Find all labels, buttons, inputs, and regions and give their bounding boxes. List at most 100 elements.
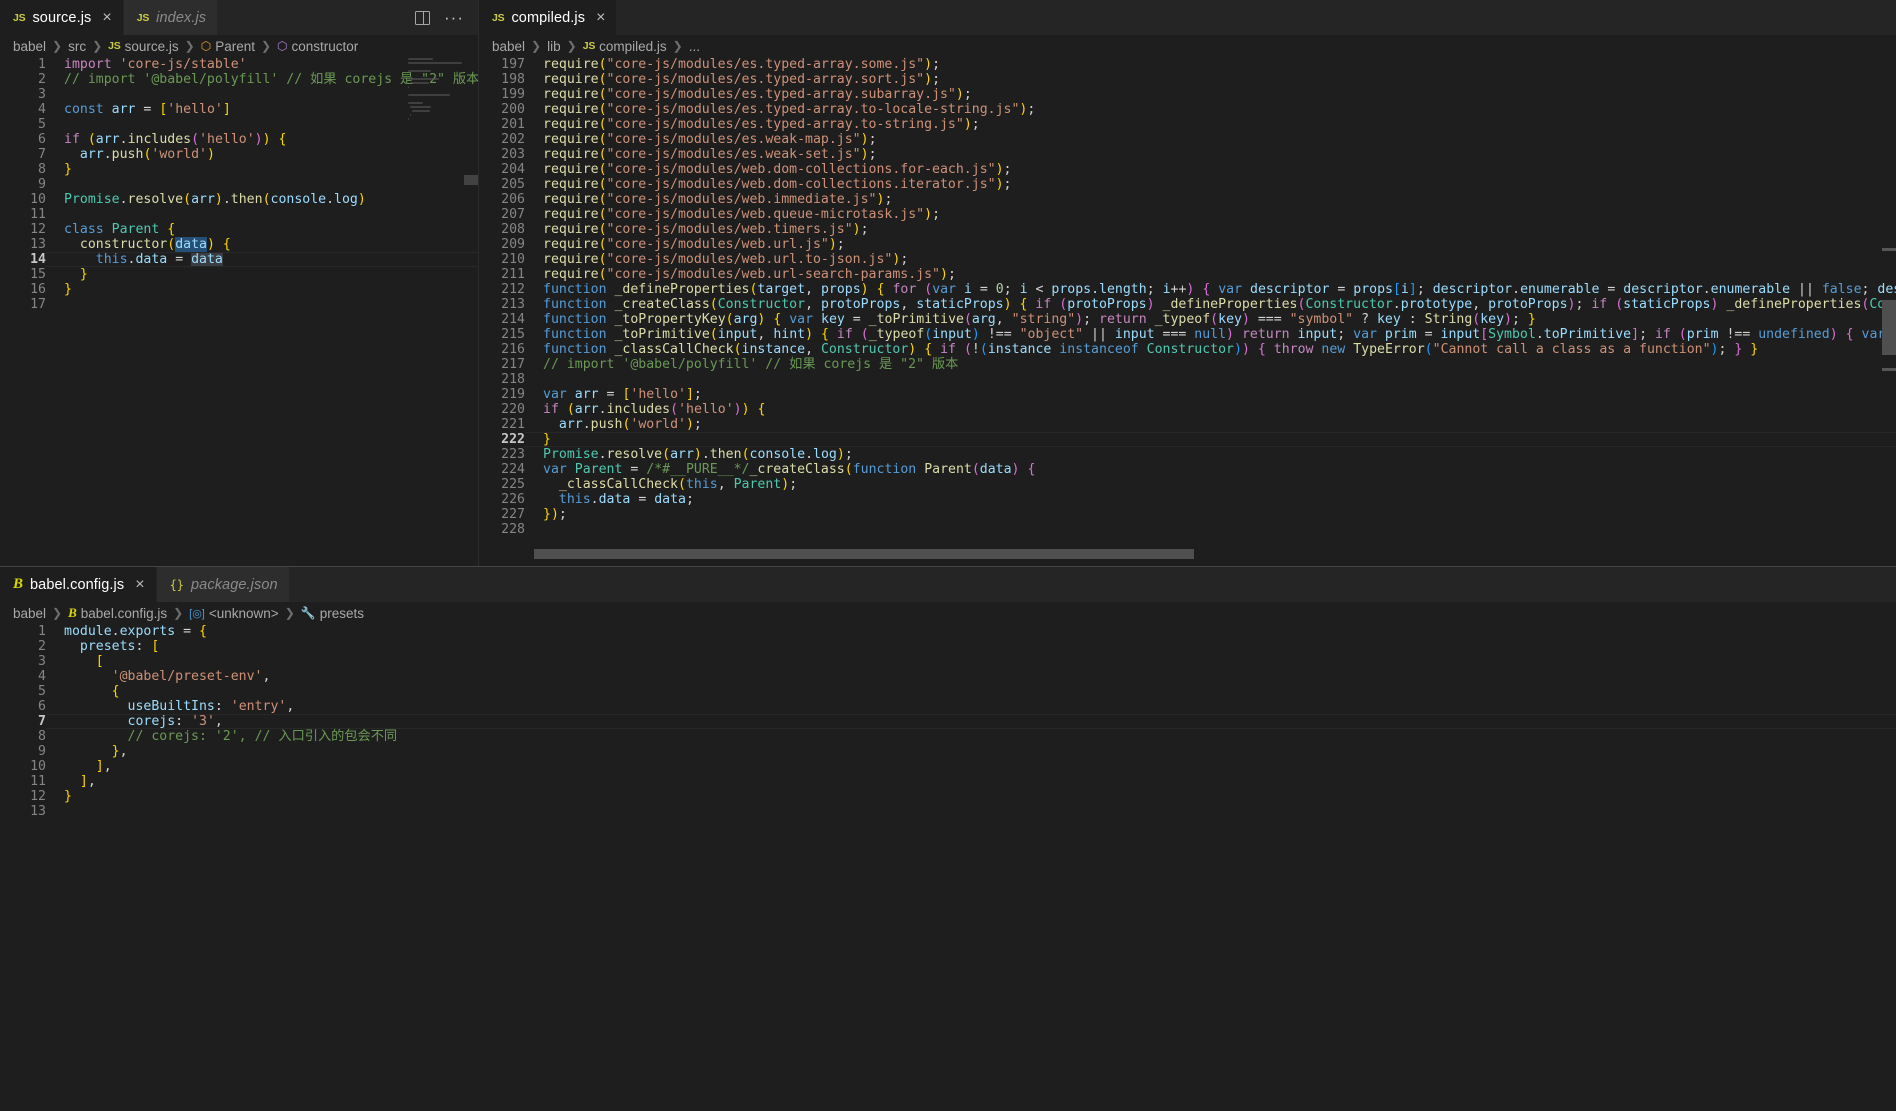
vertical-scrollbar-left[interactable]: [464, 57, 478, 566]
code-line[interactable]: 17: [0, 297, 478, 312]
scrollbar-thumb[interactable]: [534, 549, 1194, 559]
breadcrumb-item-lib[interactable]: lib: [547, 39, 561, 54]
code-line[interactable]: 11 ],: [0, 774, 1896, 789]
breadcrumb-item-compiled-js[interactable]: JScompiled.js: [583, 39, 667, 54]
breadcrumb-item-source-js[interactable]: JSsource.js: [108, 39, 178, 54]
scrollbar-thumb[interactable]: [464, 175, 478, 185]
code-line[interactable]: 2 presets: [: [0, 639, 1896, 654]
code-line[interactable]: 13: [0, 804, 1896, 819]
close-icon[interactable]: ×: [135, 577, 144, 593]
breadcrumb-item-babel-config-js[interactable]: Bbabel.config.js: [68, 605, 167, 621]
code-line[interactable]: 227});: [479, 507, 1896, 522]
code-line[interactable]: 220if (arr.includes('hello')) {: [479, 402, 1896, 417]
split-editor-icon[interactable]: [415, 11, 430, 25]
code-line[interactable]: 10 ],: [0, 759, 1896, 774]
code-line[interactable]: 14 this.data = data: [0, 252, 478, 267]
code-line[interactable]: 1import 'core-js/stable': [0, 57, 478, 72]
code-line[interactable]: 225 _classCallCheck(this, Parent);: [479, 477, 1896, 492]
code-line[interactable]: 2// import '@babel/polyfill' // 如果 corej…: [0, 72, 478, 87]
code-line[interactable]: 209require("core-js/modules/web.url.js")…: [479, 237, 1896, 252]
horizontal-scrollbar-right[interactable]: [479, 549, 1896, 559]
code-line[interactable]: 203require("core-js/modules/es.weak-set.…: [479, 147, 1896, 162]
code-line[interactable]: 212function _defineProperties(target, pr…: [479, 282, 1896, 297]
code-line[interactable]: 6if (arr.includes('hello')) {: [0, 132, 478, 147]
tab-source-js[interactable]: JS source.js ×: [0, 0, 124, 35]
code-line[interactable]: 213function _createClass(Constructor, pr…: [479, 297, 1896, 312]
code-line[interactable]: 200require("core-js/modules/es.typed-arr…: [479, 102, 1896, 117]
code-line[interactable]: 11: [0, 207, 478, 222]
code-line[interactable]: 218: [479, 372, 1896, 387]
code-area-left[interactable]: 1import 'core-js/stable'2// import '@bab…: [0, 57, 478, 566]
code-line[interactable]: 197require("core-js/modules/es.typed-arr…: [479, 57, 1896, 72]
close-icon[interactable]: ×: [596, 10, 605, 26]
code-line[interactable]: 10Promise.resolve(arr).then(console.log): [0, 192, 478, 207]
code-line[interactable]: 198require("core-js/modules/es.typed-arr…: [479, 72, 1896, 87]
code-line[interactable]: 223Promise.resolve(arr).then(console.log…: [479, 447, 1896, 462]
code-line[interactable]: 15 }: [0, 267, 478, 282]
code-line[interactable]: 204require("core-js/modules/web.dom-coll…: [479, 162, 1896, 177]
code-line[interactable]: 217// import '@babel/polyfill' // 如果 cor…: [479, 357, 1896, 372]
code-line[interactable]: 4const arr = ['hello']: [0, 102, 478, 117]
close-icon[interactable]: ×: [102, 10, 111, 26]
code-line[interactable]: 216function _classCallCheck(instance, Co…: [479, 342, 1896, 357]
code-line[interactable]: 6 useBuiltIns: 'entry',: [0, 699, 1896, 714]
tab-babel-config-js[interactable]: B babel.config.js ×: [0, 567, 157, 602]
code-line[interactable]: 9 },: [0, 744, 1896, 759]
breadcrumb-item-parent[interactable]: ⬡Parent: [201, 39, 255, 54]
code-line[interactable]: 208require("core-js/modules/web.timers.j…: [479, 222, 1896, 237]
code-line[interactable]: 201require("core-js/modules/es.typed-arr…: [479, 117, 1896, 132]
code-line[interactable]: 7 arr.push('world'): [0, 147, 478, 162]
code-line[interactable]: 9: [0, 177, 478, 192]
code-line[interactable]: 5: [0, 117, 478, 132]
code-line[interactable]: 12class Parent {: [0, 222, 478, 237]
code-line[interactable]: 210require("core-js/modules/web.url.to-j…: [479, 252, 1896, 267]
code-line[interactable]: 221 arr.push('world');: [479, 417, 1896, 432]
code-line[interactable]: 16}: [0, 282, 478, 297]
code-line[interactable]: 8}: [0, 162, 478, 177]
code-line[interactable]: 8 // corejs: '2', // 入口引入的包会不同: [0, 729, 1896, 744]
code-line[interactable]: 228: [479, 522, 1896, 537]
code-line[interactable]: 205require("core-js/modules/web.dom-coll…: [479, 177, 1896, 192]
breadcrumb-item-constructor[interactable]: ⬡constructor: [277, 39, 358, 54]
breadcrumb-item-src[interactable]: src: [68, 39, 86, 54]
code-line[interactable]: 226 this.data = data;: [479, 492, 1896, 507]
code-line[interactable]: 1module.exports = {: [0, 624, 1896, 639]
breadcrumb-item-babel[interactable]: babel: [492, 39, 525, 54]
breadcrumb-item-presets[interactable]: 🔧presets: [301, 606, 364, 621]
code-line[interactable]: 211require("core-js/modules/web.url-sear…: [479, 267, 1896, 282]
scrollbar-thumb[interactable]: [1882, 300, 1896, 355]
code-line[interactable]: 219var arr = ['hello'];: [479, 387, 1896, 402]
line-number: 6: [0, 699, 46, 714]
code-line[interactable]: 202require("core-js/modules/es.weak-map.…: [479, 132, 1896, 147]
code-area-bottom[interactable]: 1module.exports = {2 presets: [3 [4 '@ba…: [0, 624, 1896, 1104]
breadcrumb-item-unknown[interactable]: [◎]<unknown>: [189, 606, 279, 621]
code-line[interactable]: 222}: [479, 432, 1896, 447]
breadcrumb-item-babel[interactable]: babel: [13, 39, 46, 54]
code-line[interactable]: 7 corejs: '3',: [0, 714, 1896, 729]
code-line[interactable]: 5 {: [0, 684, 1896, 699]
js-file-icon: JS: [137, 12, 149, 24]
line-number: 7: [0, 147, 46, 162]
code-line[interactable]: 199require("core-js/modules/es.typed-arr…: [479, 87, 1896, 102]
code-line[interactable]: 215function _toPrimitive(input, hint) { …: [479, 327, 1896, 342]
tab-compiled-js[interactable]: JS compiled.js ×: [479, 0, 617, 35]
code-line[interactable]: 207require("core-js/modules/web.queue-mi…: [479, 207, 1896, 222]
code-area-right[interactable]: 197require("core-js/modules/es.typed-arr…: [479, 57, 1896, 566]
code-text: [46, 177, 64, 192]
code-line[interactable]: 3 [: [0, 654, 1896, 669]
more-actions-icon[interactable]: ···: [444, 14, 464, 22]
breadcrumb-item-babel[interactable]: babel: [13, 606, 46, 621]
minimap-left[interactable]: [408, 58, 466, 126]
breadcrumb-item-more[interactable]: ...: [689, 39, 700, 54]
code-line[interactable]: 214function _toPropertyKey(arg) { var ke…: [479, 312, 1896, 327]
code-line[interactable]: 4 '@babel/preset-env',: [0, 669, 1896, 684]
code-line[interactable]: 13 constructor(data) {: [0, 237, 478, 252]
tab-index-js[interactable]: JS index.js: [124, 0, 218, 35]
code-line[interactable]: 206require("core-js/modules/web.immediat…: [479, 192, 1896, 207]
code-line[interactable]: 3: [0, 87, 478, 102]
code-line[interactable]: 224var Parent = /*#__PURE__*/_createClas…: [479, 462, 1896, 477]
tab-package-json[interactable]: {} package.json: [157, 567, 290, 602]
vertical-scrollbar-right[interactable]: [1882, 50, 1896, 545]
code-line[interactable]: 12}: [0, 789, 1896, 804]
code-text: require("core-js/modules/web.timers.js")…: [525, 222, 869, 237]
